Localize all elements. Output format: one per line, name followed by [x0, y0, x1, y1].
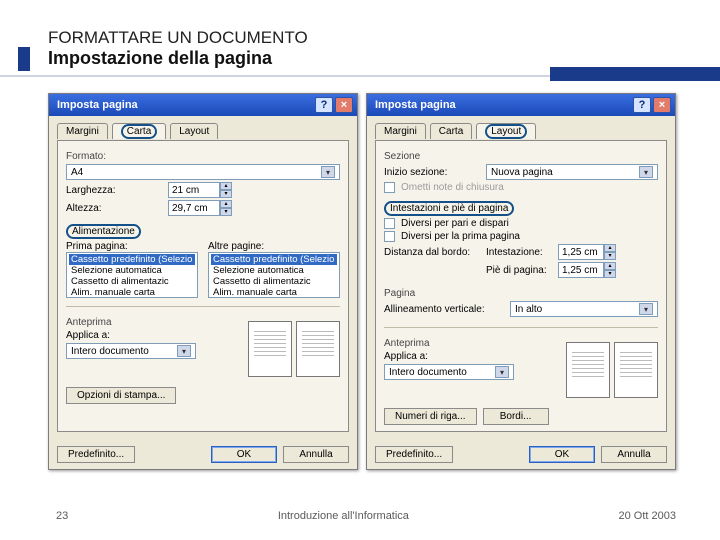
accent-bar: [18, 47, 30, 71]
first-tray-list[interactable]: Cassetto predefinito (Selezio Selezione …: [66, 252, 198, 298]
apply-to-select[interactable]: Intero documento▾: [66, 343, 196, 359]
paper-format-select[interactable]: A4▾: [66, 164, 340, 180]
preview-label: Anteprima: [66, 317, 238, 328]
suppress-endnotes-label: Ometti note di chiusura: [401, 182, 504, 193]
default-button[interactable]: Predefinito...: [375, 446, 453, 463]
diff-first-checkbox[interactable]: [384, 231, 395, 242]
first-page-label: Prima pagina:: [66, 241, 198, 252]
ok-button[interactable]: OK: [529, 446, 595, 463]
feed-group-label: Alimentazione: [66, 224, 141, 239]
close-button[interactable]: ×: [653, 97, 671, 113]
preview-pane: [248, 321, 340, 377]
other-pages-label: Altre pagine:: [208, 241, 340, 252]
default-button[interactable]: Predefinito...: [57, 446, 135, 463]
titlebar[interactable]: Imposta pagina ? ×: [49, 94, 357, 116]
accent-band: [550, 67, 720, 81]
tab-strip: Margini Carta Layout: [57, 122, 349, 138]
height-spinner[interactable]: 29,7 cm ▴▾: [168, 200, 232, 216]
help-button[interactable]: ?: [315, 97, 333, 113]
slide-title: FORMATTARE UN DOCUMENTO: [48, 28, 720, 48]
footer-label: Piè di pagina:: [486, 265, 552, 276]
tab-layout[interactable]: Layout: [476, 123, 536, 139]
diff-oddeven-checkbox[interactable]: [384, 218, 395, 229]
slide-footer: 23 Introduzione all'Informatica 20 Ott 2…: [0, 510, 720, 522]
slide-header: FORMATTARE UN DOCUMENTO Impostazione del…: [0, 0, 720, 77]
valign-select[interactable]: In alto▾: [510, 301, 658, 317]
other-tray-list[interactable]: Cassetto predefinito (Selezio Selezione …: [208, 252, 340, 298]
hf-group-label: Intestazioni e piè di pagina: [384, 201, 514, 216]
print-options-button[interactable]: Opzioni di stampa...: [66, 387, 176, 404]
tab-margini[interactable]: Margini: [57, 123, 108, 139]
preview-label: Anteprima: [384, 338, 556, 349]
close-button[interactable]: ×: [335, 97, 353, 113]
dialog-title: Imposta pagina: [57, 99, 138, 111]
page-setup-dialog-carta: Imposta pagina ? × Margini Carta Layout …: [48, 93, 358, 470]
footer-spinner[interactable]: 1,25 cm ▴▾: [558, 262, 616, 278]
cancel-button[interactable]: Annulla: [283, 446, 349, 463]
header-label: Intestazione:: [486, 247, 552, 258]
format-label: Formato:: [66, 151, 340, 162]
section-start-select[interactable]: Nuova pagina▾: [486, 164, 658, 180]
chevron-down-icon: ▾: [321, 166, 335, 178]
diff-first-label: Diversi per la prima pagina: [401, 231, 520, 242]
from-edge-label: Distanza dal bordo:: [384, 247, 480, 258]
apply-label: Applica a:: [384, 351, 556, 362]
line-numbers-button[interactable]: Numeri di riga...: [384, 408, 477, 425]
tab-layout[interactable]: Layout: [170, 123, 218, 139]
footer-center: Introduzione all'Informatica: [278, 510, 409, 522]
diff-oddeven-label: Diversi per pari e dispari: [401, 218, 509, 229]
suppress-endnotes-checkbox[interactable]: [384, 182, 395, 193]
tab-margini[interactable]: Margini: [375, 123, 426, 139]
titlebar[interactable]: Imposta pagina ? ×: [367, 94, 675, 116]
tab-carta[interactable]: Carta: [430, 123, 472, 139]
slide-number: 23: [56, 510, 68, 522]
borders-button[interactable]: Bordi...: [483, 408, 549, 425]
slide-subtitle: Impostazione della pagina: [48, 48, 720, 69]
chevron-down-icon: ▾: [220, 190, 232, 198]
tab-strip: Margini Carta Layout: [375, 122, 667, 138]
valign-label: Allineamento verticale:: [384, 304, 504, 315]
section-start-label: Inizio sezione:: [384, 167, 480, 178]
apply-to-select[interactable]: Intero documento▾: [384, 364, 514, 380]
height-label: Altezza:: [66, 203, 162, 214]
preview-pane: [566, 342, 658, 398]
apply-label: Applica a:: [66, 330, 238, 341]
tab-carta[interactable]: Carta: [112, 123, 166, 139]
ok-button[interactable]: OK: [211, 446, 277, 463]
section-group: Sezione: [384, 151, 658, 162]
header-spinner[interactable]: 1,25 cm ▴▾: [558, 244, 616, 260]
chevron-up-icon: ▴: [220, 182, 232, 190]
page-group: Pagina: [384, 288, 658, 299]
width-spinner[interactable]: 21 cm ▴▾: [168, 182, 232, 198]
page-setup-dialog-layout: Imposta pagina ? × Margini Carta Layout …: [366, 93, 676, 470]
width-label: Larghezza:: [66, 185, 162, 196]
dialog-title: Imposta pagina: [375, 99, 456, 111]
help-button[interactable]: ?: [633, 97, 651, 113]
footer-date: 20 Ott 2003: [619, 510, 677, 522]
cancel-button[interactable]: Annulla: [601, 446, 667, 463]
